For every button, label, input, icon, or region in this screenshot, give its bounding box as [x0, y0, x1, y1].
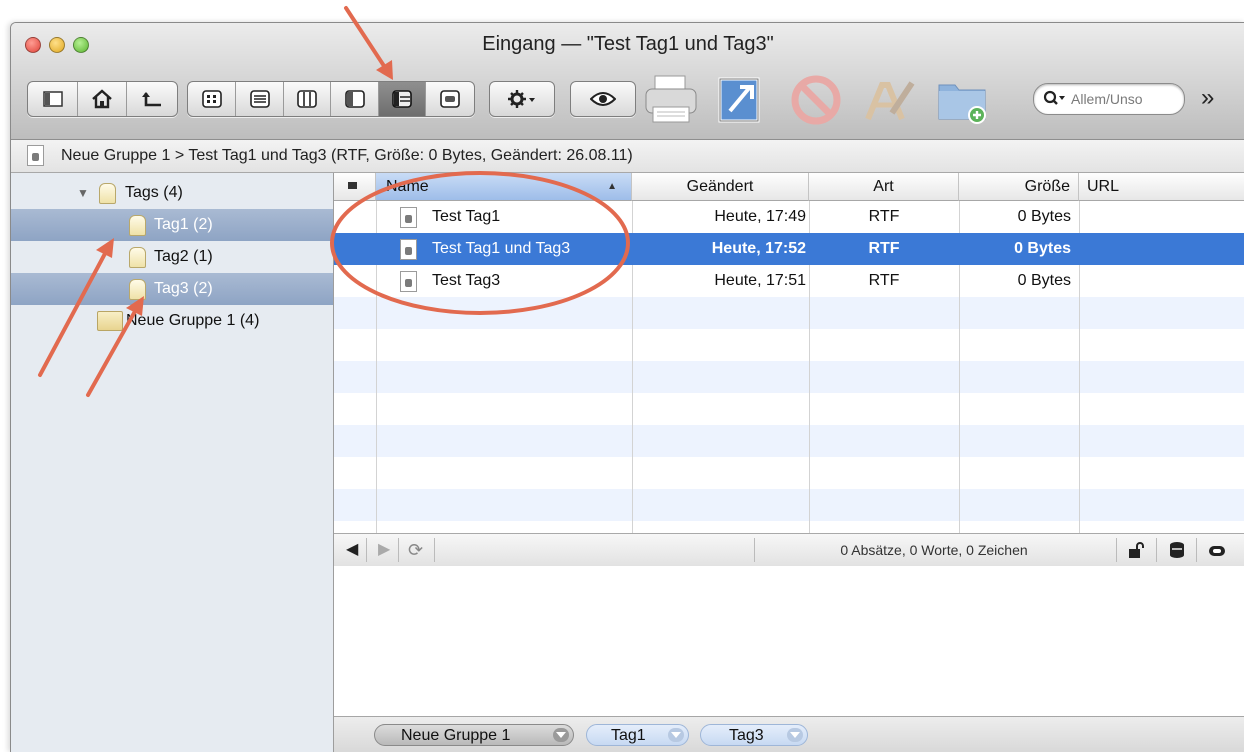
- annotation-arrowhead: [376, 60, 393, 80]
- annotation-arrow: [38, 246, 110, 377]
- annotation-arrow: [86, 304, 140, 397]
- annotation-arrow: [344, 6, 390, 74]
- annotation-ellipse: [330, 171, 630, 315]
- annotation-overlay: [38, 6, 630, 397]
